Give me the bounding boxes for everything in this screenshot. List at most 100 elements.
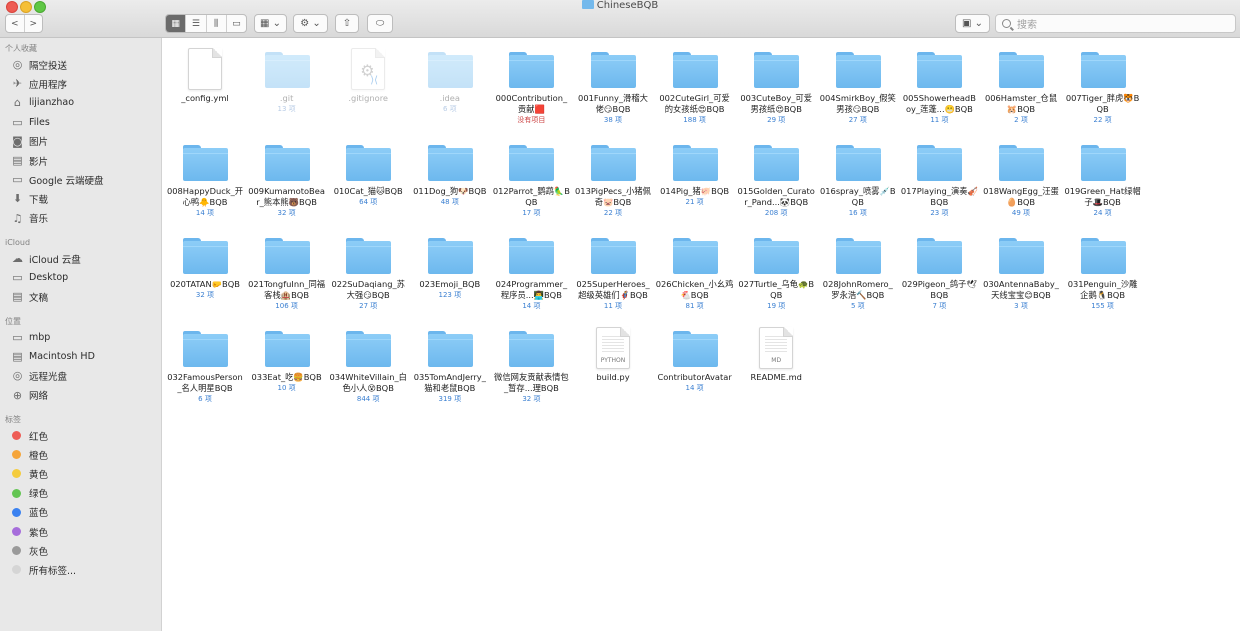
item-name: ContributorAvatar <box>657 372 732 382</box>
folder-item[interactable]: 022SuDaqiang_苏大强😏BQB 27 项 <box>328 227 408 311</box>
sidebar-tag-item[interactable]: 黄色 <box>11 465 48 482</box>
sidebar-tag-item[interactable]: 蓝色 <box>11 504 48 521</box>
share-button[interactable]: ⇧ <box>335 14 359 33</box>
folder-item[interactable]: 020TATAN🤛BQB 32 项 <box>165 227 245 300</box>
sidebar-item[interactable]: ⊕ 网络 <box>11 387 48 404</box>
folder-item[interactable]: 026Chicken_小幺鸡🐔BQB 81 项 <box>655 227 735 311</box>
folder-item[interactable]: 003CuteBoy_可爱男孩纸😍BQB 29 项 <box>736 41 816 125</box>
sidebar-item-label: Desktop <box>29 272 69 284</box>
folder-item[interactable]: 001Funny_滑稽大佬😏BQB 38 项 <box>573 41 653 125</box>
markdown-file-icon: MD <box>736 320 816 370</box>
sidebar-item[interactable]: ▤ 影片 <box>11 152 48 169</box>
sidebar-item[interactable]: ▤ Macintosh HD <box>11 348 95 365</box>
search-input[interactable]: 搜索 <box>995 14 1236 33</box>
folder-item[interactable]: ContributorAvatar 14 项 <box>655 320 735 393</box>
folder-item[interactable]: 025SuperHeroes_超级英雄们🦸BQB 11 项 <box>573 227 653 311</box>
file-item[interactable]: MD README.md <box>736 320 816 383</box>
folder-item[interactable]: 023Emoji_BQB 123 项 <box>410 227 490 300</box>
sidebar-tag-item[interactable]: 灰色 <box>11 542 48 559</box>
sidebar-item[interactable]: ▭ Google 云端硬盘 <box>11 171 103 188</box>
folder-item[interactable]: 019Green_Hat绿帽子🎩BQB 24 项 <box>1063 134 1143 218</box>
folder-item[interactable]: .idea 6 项 <box>410 41 490 114</box>
sidebar-item[interactable]: ▭ Desktop <box>11 269 68 286</box>
sidebar-item[interactable]: ⬇ 下载 <box>11 190 48 207</box>
folder-icon <box>655 134 735 184</box>
folder-item[interactable]: 005ShowerheadBoy_莲蓬...😬BQB 11 项 <box>899 41 979 125</box>
sidebar-tag-item[interactable]: 红色 <box>11 427 48 444</box>
tag-color-icon <box>12 507 21 517</box>
sidebar-item[interactable]: ▭ mbp <box>11 329 50 346</box>
folder-item[interactable]: 017Playing_演奏🎻BQB 23 项 <box>899 134 979 218</box>
folder-icon <box>410 227 490 277</box>
folder-item[interactable]: 021TongfuInn_同福客栈🏨BQB 106 项 <box>247 227 327 311</box>
folder-item[interactable]: 013PigPecs_小猪佩奇🐷BQB 22 项 <box>573 134 653 218</box>
folder-icon <box>328 134 408 184</box>
download-icon: ⬇ <box>12 192 23 206</box>
folder-item[interactable]: 微信网友贡献表情包_暂存...理BQB 32 项 <box>491 320 571 404</box>
folder-item[interactable]: 015Golden_Curator_Pand...🐼BQB 208 项 <box>736 134 816 218</box>
item-count: 23 项 <box>930 209 949 217</box>
item-name: 025SuperHeroes_超级英雄们🦸BQB <box>576 279 650 300</box>
item-name: 012Parrot_鹦鹉🦜BQB <box>492 186 570 207</box>
sidebar-item[interactable]: ◙ 图片 <box>11 133 48 150</box>
gallery-view-button[interactable]: ▭ <box>227 15 246 32</box>
folder-item[interactable]: .git 13 项 <box>247 41 327 114</box>
file-item[interactable]: _config.yml <box>165 41 245 104</box>
sidebar-item[interactable]: ♫ 音乐 <box>11 210 48 227</box>
folder-item[interactable]: 027Turtle_乌龟🐢BQB 19 项 <box>736 227 816 311</box>
folder-item[interactable]: 004SmirkBoy_假笑男孩😏BQB 27 项 <box>818 41 898 125</box>
action-button[interactable]: ⚙ ⌄ <box>293 14 328 33</box>
sidebar-item[interactable]: ▭ Files <box>11 114 50 131</box>
folder-item[interactable]: 031Penguin_沙雕企鹅🐧BQB 155 项 <box>1063 227 1143 311</box>
back-button[interactable]: < <box>6 15 25 32</box>
folder-item[interactable]: 030AntennaBaby_天线宝宝😊BQB 3 项 <box>981 227 1061 311</box>
folder-item[interactable]: 018WangEgg_汪蛋🥚BQB 49 项 <box>981 134 1061 218</box>
sidebar-item-label: iCloud 云盘 <box>29 254 81 266</box>
folder-item[interactable]: 034WhiteVillain_白色小人😵BQB 844 项 <box>328 320 408 404</box>
folder-item[interactable]: 014Pig_猪🐖BQB 21 项 <box>655 134 735 207</box>
forward-button[interactable]: > <box>25 15 43 32</box>
dropbox-button[interactable]: ▣ ⌄ <box>955 14 990 33</box>
sidebar-item-label: 音乐 <box>29 214 49 226</box>
folder-item[interactable]: 011Dog_狗🐶BQB 48 项 <box>410 134 490 207</box>
icon-view-button[interactable]: ▦ <box>166 15 187 32</box>
folder-item[interactable]: 010Cat_猫🐱BQB 64 项 <box>328 134 408 207</box>
file-item[interactable]: PYTHON build.py <box>573 320 653 383</box>
folder-item[interactable]: 016spray_喷雾💉BQB 16 项 <box>818 134 898 218</box>
folder-icon <box>581 0 594 9</box>
sidebar-tag-item[interactable]: 所有标签... <box>11 561 76 578</box>
file-item[interactable]: ⚙ ⟩⟨ .gitignore <box>328 41 408 104</box>
sidebar-tag-item[interactable]: 紫色 <box>11 523 48 540</box>
item-count: 14 项 <box>195 209 215 217</box>
item-count: 32 项 <box>522 395 541 403</box>
folder-item[interactable]: 006Hamster_仓鼠🐹BQB 2 项 <box>981 41 1061 125</box>
sidebar-item[interactable]: ⌂ lijianzhao <box>11 94 74 111</box>
sidebar-tag-item[interactable]: 橙色 <box>11 446 48 463</box>
sidebar-item[interactable]: ▤ 文稿 <box>11 288 48 305</box>
sidebar-item[interactable]: ✈ 应用程序 <box>11 75 67 92</box>
folder-item[interactable]: 029Pigeon_鸽子🕊BQB 7 项 <box>899 227 979 311</box>
edit-tags-button[interactable]: ⬭ <box>367 14 393 33</box>
sidebar-tag-item[interactable]: 绿色 <box>11 485 48 502</box>
folder-item[interactable]: 009KumamotoBear_熊本熊🐻BQB 32 项 <box>247 134 327 218</box>
folder-item[interactable]: 032FamousPerson_名人明星BQB 6 项 <box>165 320 245 404</box>
list-view-button[interactable]: ☰ <box>186 15 207 32</box>
folder-item[interactable]: 012Parrot_鹦鹉🦜BQB 17 项 <box>491 134 571 218</box>
folder-icon <box>736 227 816 277</box>
folder-item[interactable]: 028JohnRomero_罗永浩🔨BQB 5 项 <box>818 227 898 311</box>
folder-item[interactable]: 002CuteGirl_可爱的女孩纸😍BQB 188 项 <box>655 41 735 125</box>
item-count: 19 项 <box>767 302 786 310</box>
folder-item[interactable]: 007Tiger_胖虎🐯BQB 22 项 <box>1063 41 1143 125</box>
column-view-button[interactable]: ⫼ <box>207 15 227 32</box>
item-name: 030AntennaBaby_天线宝宝😊BQB <box>983 279 1059 300</box>
folder-item[interactable]: 033Eat_吃🍔BQB 10 项 <box>247 320 327 393</box>
folder-item[interactable]: 035TomAndJerry_猫和老鼠BQB 319 项 <box>410 320 490 404</box>
sidebar-item[interactable]: ◎ 隔空投送 <box>11 56 67 73</box>
folder-item[interactable]: 024Programmer_程序员...👨‍💻BQB 14 项 <box>491 227 571 311</box>
sidebar-tag-label: 红色 <box>29 431 49 443</box>
folder-item[interactable]: 000Contribution_贡献🟥 没有项目 <box>491 41 571 125</box>
sidebar-item[interactable]: ◎ 远程光盘 <box>11 367 67 384</box>
folder-item[interactable]: 008HappyDuck_开心鸭🐥BQB 14 项 <box>165 134 245 218</box>
sidebar-item[interactable]: ☁ iCloud 云盘 <box>11 250 81 267</box>
arrange-button[interactable]: ▦ ⌄ <box>254 14 287 33</box>
